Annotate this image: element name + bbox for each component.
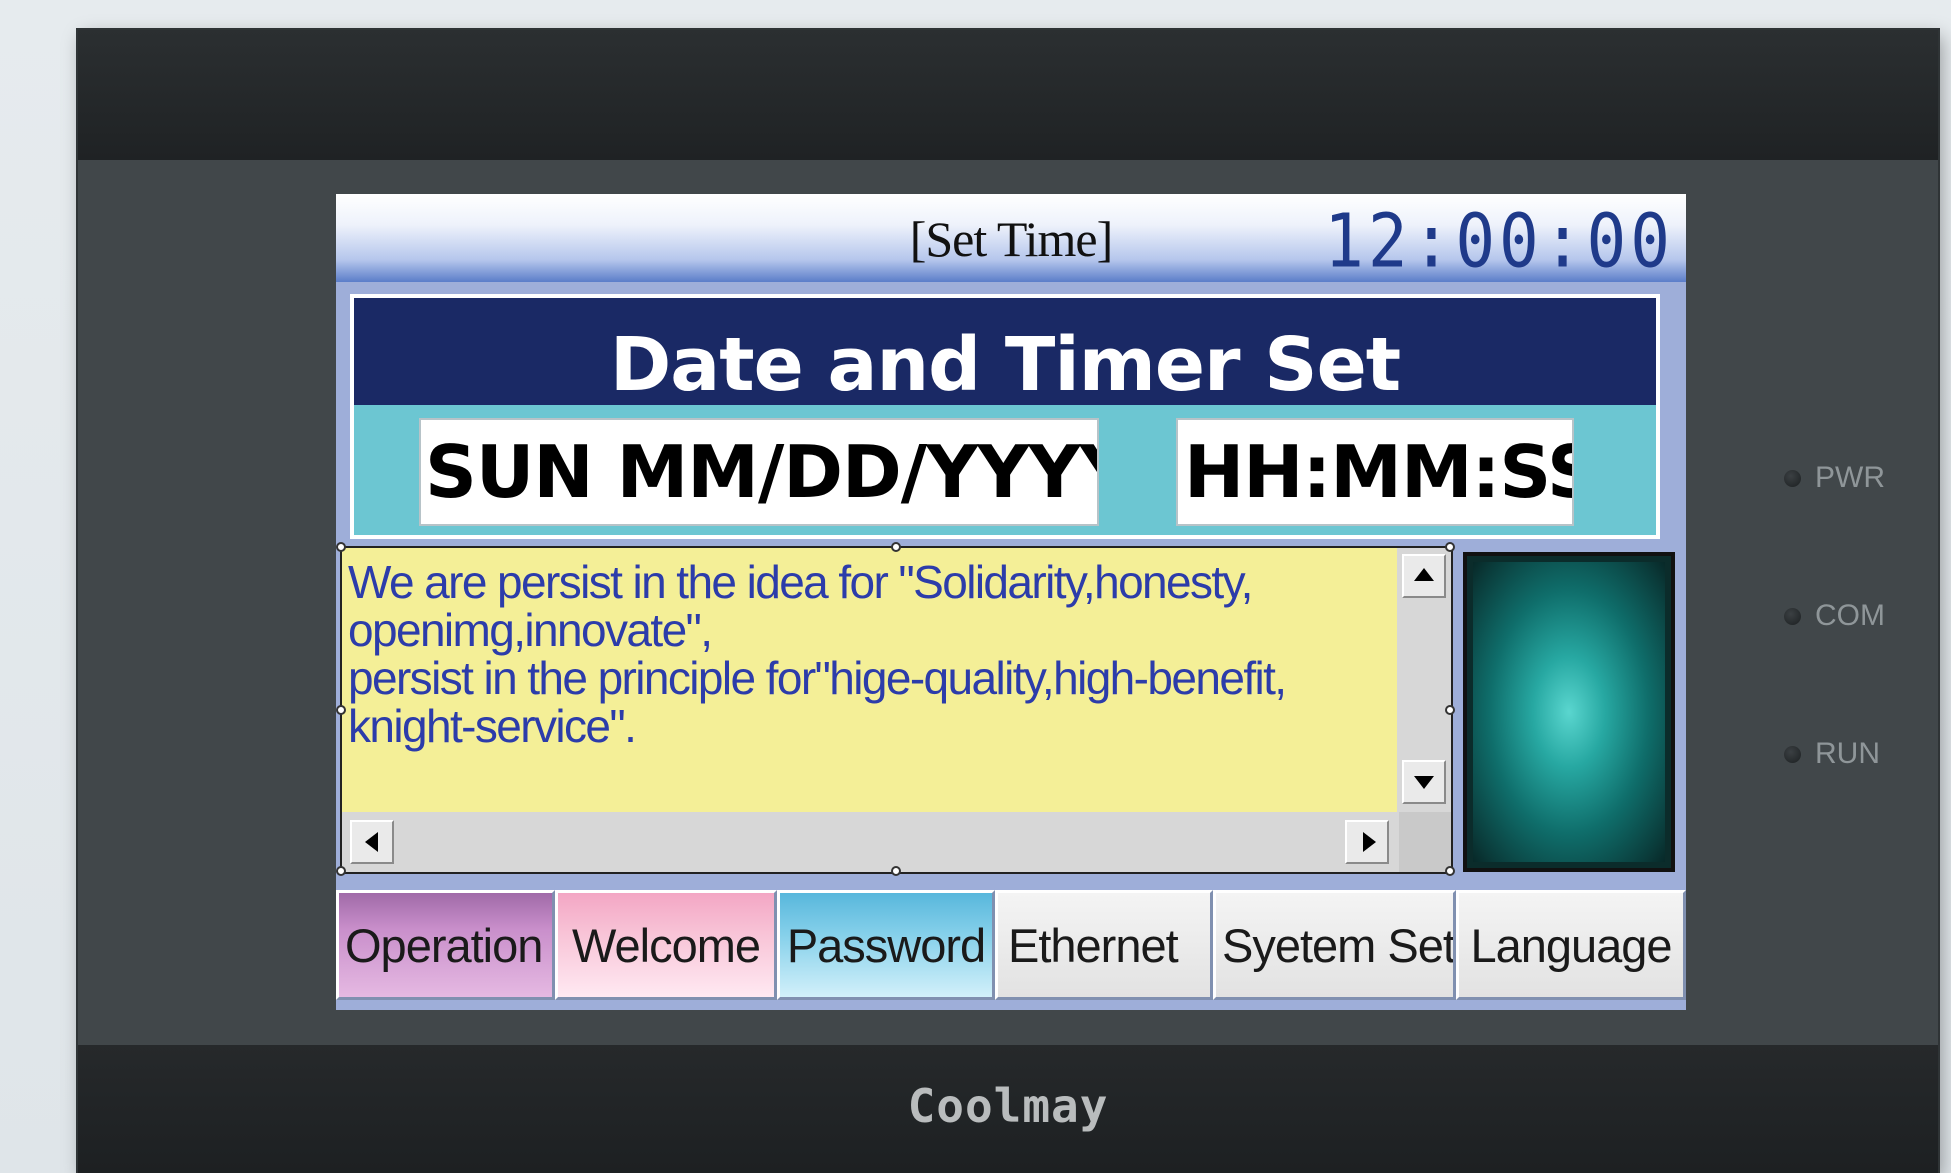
title-bar: [Set Time] 12:00:00 <box>336 194 1686 285</box>
tab-ethernet[interactable]: Ethernet <box>995 890 1213 1000</box>
led-indicator <box>1784 746 1801 763</box>
vertical-scrollbar[interactable] <box>1397 548 1451 812</box>
selection-handle <box>336 542 346 552</box>
arrow-down-icon <box>1414 776 1434 789</box>
selection-handle <box>1445 866 1455 876</box>
message-box[interactable]: We are persist in the idea for "Solidari… <box>336 542 1455 876</box>
hmi-screen: [Set Time] 12:00:00 Date and Timer Set S… <box>336 194 1686 1010</box>
selection-handle <box>1445 542 1455 552</box>
led-label: RUN <box>1815 737 1880 770</box>
arrow-right-icon <box>1363 832 1376 852</box>
selection-handle <box>1445 705 1455 715</box>
bezel-bottom: Coolmay <box>78 1045 1938 1173</box>
led-pwr: PWR <box>1784 456 1924 594</box>
tab-language[interactable]: Language <box>1456 890 1686 1000</box>
tab-system-set[interactable]: Syetem Set <box>1213 890 1456 1000</box>
horizontal-scrollbar[interactable] <box>342 812 1399 872</box>
led-run: RUN <box>1784 732 1924 870</box>
tab-password[interactable]: Password <box>777 890 995 1000</box>
date-time-panel: Date and Timer Set SUN MM/DD/YYYY HH:MM:… <box>350 294 1660 539</box>
scroll-down-button[interactable] <box>1402 760 1446 804</box>
panel-title: Date and Timer Set <box>609 322 1401 408</box>
arrow-up-icon <box>1414 568 1434 581</box>
led-label: COM <box>1815 599 1885 632</box>
led-indicator <box>1784 470 1801 487</box>
tab-operation[interactable]: Operation <box>336 890 555 1000</box>
time-field[interactable]: HH:MM:SS <box>1176 418 1574 526</box>
scroll-left-button[interactable] <box>350 820 394 864</box>
led-com: COM <box>1784 594 1924 732</box>
clock-display: 12:00:00 <box>1324 198 1674 285</box>
bezel-top <box>78 30 1938 160</box>
brand-logo: Coolmay <box>907 1079 1109 1133</box>
panel-body: SUN MM/DD/YYYY HH:MM:SS <box>354 405 1656 535</box>
message-text: We are persist in the idea for "Solidari… <box>342 548 1399 812</box>
selection-handle <box>336 705 346 715</box>
led-label: PWR <box>1815 461 1885 494</box>
hmi-device: [Set Time] 12:00:00 Date and Timer Set S… <box>78 30 1938 1173</box>
selection-handle <box>336 866 346 876</box>
tab-welcome[interactable]: Welcome <box>555 890 777 1000</box>
indicator-lamp[interactable] <box>1463 552 1675 872</box>
selection-handle <box>891 542 901 552</box>
led-indicator <box>1784 608 1801 625</box>
date-field[interactable]: SUN MM/DD/YYYY <box>419 418 1099 526</box>
status-leds: PWR COM RUN <box>1784 456 1924 870</box>
tab-bar: Operation Welcome Password Ethernet Syet… <box>336 884 1686 1010</box>
panel-header: Date and Timer Set <box>354 298 1656 408</box>
scroll-right-button[interactable] <box>1345 820 1389 864</box>
scroll-up-button[interactable] <box>1402 554 1446 598</box>
arrow-left-icon <box>365 832 378 852</box>
selection-handle <box>891 866 901 876</box>
